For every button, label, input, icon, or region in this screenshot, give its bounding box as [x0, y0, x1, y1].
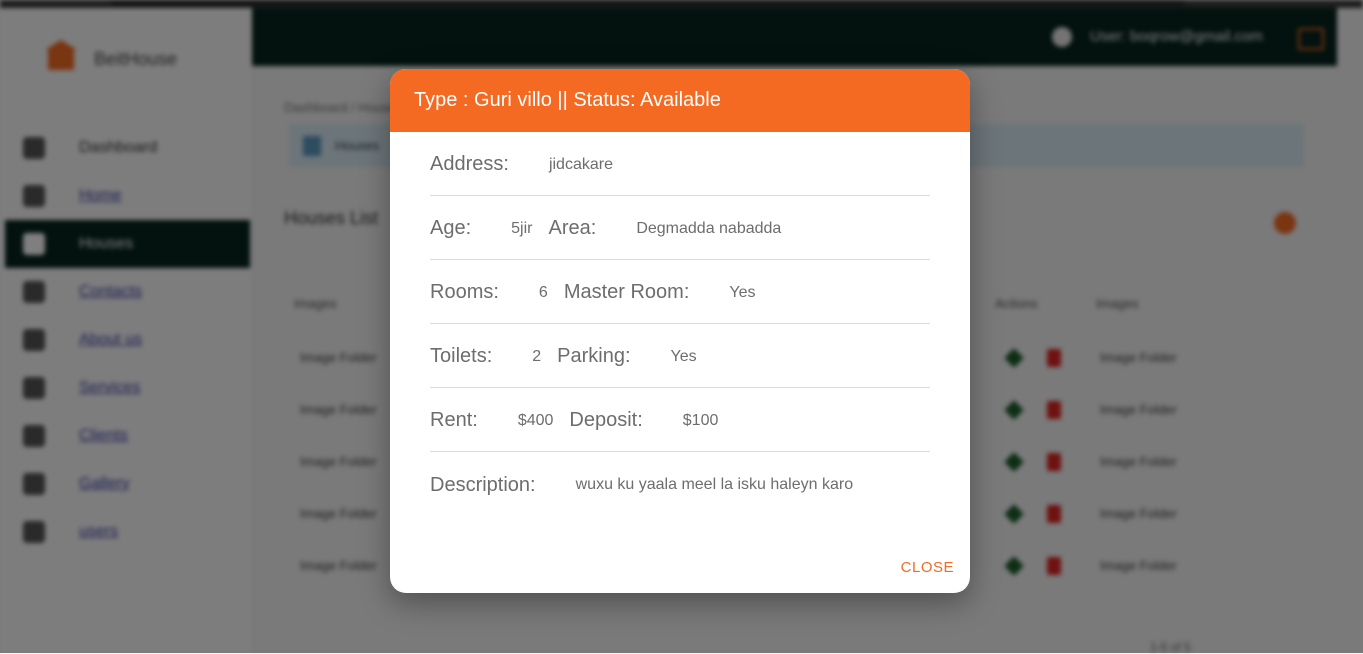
rent-label: Rent:	[430, 409, 478, 431]
toilets-value: 2	[532, 347, 542, 365]
address-row: Address: jidcakare	[430, 132, 930, 196]
house-details-dialog: Type : Guri villo || Status: Available A…	[390, 69, 970, 593]
age-area-row: Age: 5jir Area: Degmadda nabadda	[430, 196, 930, 260]
area-label: Area:	[548, 217, 597, 239]
deposit-label: Deposit:	[569, 409, 643, 431]
rooms-row: Rooms: 6 Master Room: Yes	[430, 260, 930, 324]
address-label: Address:	[430, 153, 509, 175]
age-value: 5jir	[511, 219, 533, 237]
toilets-label: Toilets:	[430, 345, 493, 367]
rooms-label: Rooms:	[430, 281, 499, 303]
parking-label: Parking:	[557, 345, 631, 367]
address-value: jidcakare	[548, 155, 613, 173]
close-button[interactable]: CLOSE	[901, 559, 954, 576]
area-value: Degmadda nabadda	[636, 219, 782, 237]
dialog-body: Address: jidcakare Age: 5jir Area: Degma…	[430, 132, 930, 516]
dialog-title: Type : Guri villo || Status: Available	[390, 69, 970, 132]
parking-value: Yes	[670, 347, 697, 365]
age-label: Age:	[430, 217, 472, 239]
rent-row: Rent: $400 Deposit: $100	[430, 388, 930, 452]
master-room-value: Yes	[729, 283, 756, 301]
rent-value: $400	[517, 411, 554, 429]
master-room-label: Master Room:	[563, 281, 690, 303]
rooms-value: 6	[538, 283, 548, 301]
description-label: Description:	[430, 473, 536, 496]
deposit-value: $100	[682, 411, 719, 429]
description-value: wuxu ku yaala meel la isku haleyn karo	[575, 476, 854, 493]
description-row: Description: wuxu ku yaala meel la isku …	[430, 452, 930, 516]
toilets-row: Toilets: 2 Parking: Yes	[430, 324, 930, 388]
